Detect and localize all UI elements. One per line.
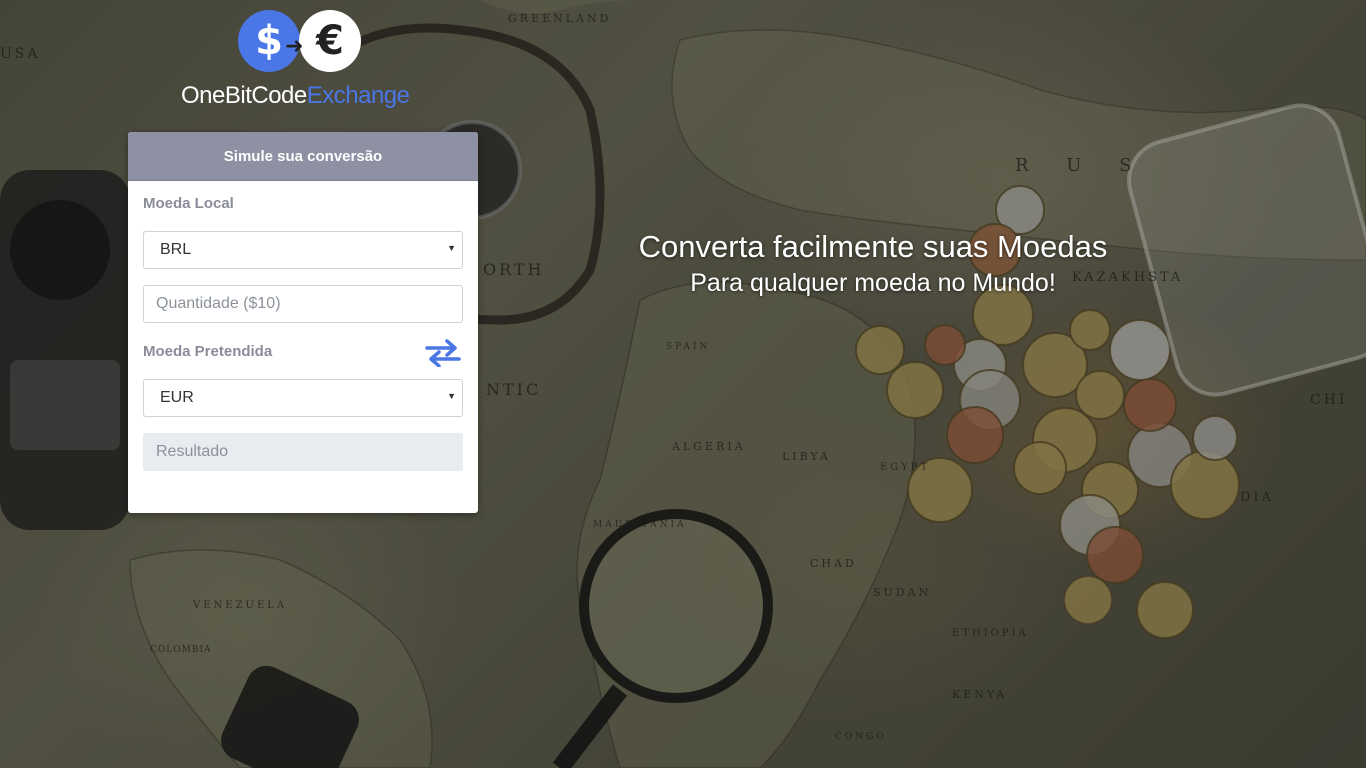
converter-card: Simule sua conversão Moeda Local BRL ▼ Q… xyxy=(128,132,478,513)
result-field: Resultado xyxy=(143,433,463,471)
swap-arrows-icon[interactable] xyxy=(425,339,461,367)
brand-logo[interactable]: $ € ➜ OneBitCodeExchange xyxy=(181,8,431,112)
target-currency-value: EUR xyxy=(160,389,194,406)
converter-card-header: Simule sua conversão xyxy=(128,132,478,181)
brand-name-accent: Exchange xyxy=(306,82,410,109)
local-currency-value: BRL xyxy=(160,241,192,258)
local-currency-label: Moeda Local xyxy=(143,195,234,212)
hero-title: Converta facilmente suas Moedas xyxy=(638,229,1108,264)
local-currency-select[interactable]: BRL ▼ xyxy=(143,231,463,269)
exchange-arrow-icon: ➜ xyxy=(285,33,304,58)
brand-name: OneBitCodeExchange xyxy=(181,82,410,110)
brand-name-main: OneBitCode xyxy=(181,82,307,109)
amount-input[interactable]: Quantidade ($10) xyxy=(143,285,463,323)
page: GREENLAND R U S ORTH SPAIN ALGERIA LIBYA… xyxy=(0,0,1366,768)
hero: Converta facilmente suas Moedas Para qua… xyxy=(560,228,1186,300)
target-currency-label: Moeda Pretendida xyxy=(143,343,273,360)
chevron-down-icon: ▼ xyxy=(447,243,456,253)
hero-subtitle: Para qualquer moeda no Mundo! xyxy=(690,269,1056,297)
chevron-down-icon: ▼ xyxy=(447,391,456,401)
euro-icon: € xyxy=(299,10,361,72)
target-currency-select[interactable]: EUR ▼ xyxy=(143,379,463,417)
